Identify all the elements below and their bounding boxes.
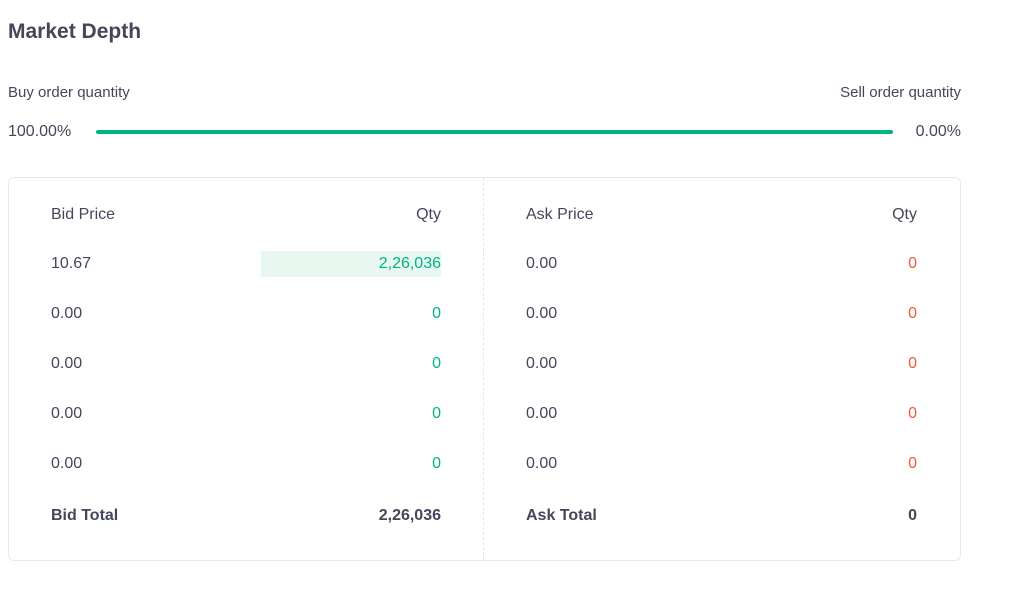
ask-row: 0.00 0 <box>526 389 917 439</box>
ask-price: 0.00 <box>526 305 558 322</box>
buy-order-quantity-label: Buy order quantity <box>8 84 130 101</box>
ask-qty: 0 <box>908 305 917 322</box>
ask-qty: 0 <box>908 255 917 272</box>
ask-price: 0.00 <box>526 405 558 422</box>
bid-row: 10.67 2,26,036 <box>51 239 441 289</box>
ask-total-value: 0 <box>908 507 917 524</box>
ask-qty: 0 <box>908 405 917 422</box>
bid-price: 0.00 <box>51 455 83 472</box>
bid-qty: 0 <box>432 305 441 322</box>
sell-order-quantity-label: Sell order quantity <box>840 84 961 101</box>
ask-row: 0.00 0 <box>526 439 917 489</box>
bid-total-value: 2,26,036 <box>378 507 441 524</box>
ask-price: 0.00 <box>526 455 558 472</box>
ask-row: 0.00 0 <box>526 339 917 389</box>
ask-row: 0.00 0 <box>526 289 917 339</box>
ask-qty: 0 <box>908 355 917 372</box>
ask-row: 0.00 0 <box>526 239 917 289</box>
bid-side: Bid Price Qty 10.67 2,26,036 0.00 0 0.00 0 0.0… <box>9 178 484 560</box>
bid-row: 0.00 0 <box>51 339 441 389</box>
bid-total-row: Bid Total 2,26,036 <box>51 491 441 541</box>
order-quantity-labels: Buy order quantity Sell order quantity <box>8 84 961 101</box>
bid-row: 0.00 0 <box>51 439 441 489</box>
page-title: Market Depth <box>8 20 142 43</box>
ask-qty-header: Qty <box>892 206 917 223</box>
ask-price: 0.00 <box>526 255 558 272</box>
bid-total-label: Bid Total <box>51 507 119 524</box>
bid-row: 0.00 0 <box>51 289 441 339</box>
sell-percent: 0.00% <box>915 123 961 140</box>
bid-header-row: Bid Price Qty <box>51 197 441 233</box>
bid-qty-header: Qty <box>416 206 441 223</box>
ask-price-header: Ask Price <box>526 206 594 223</box>
bid-price: 10.67 <box>51 255 92 272</box>
ratio-bar-buy-fill <box>96 130 893 134</box>
ask-side: Ask Price Qty 0.00 0 0.00 0 0.00 0 0.00 0 0.00 0 A… <box>484 178 959 560</box>
ask-qty: 0 <box>908 455 917 472</box>
ask-total-row: Ask Total 0 <box>526 491 917 541</box>
bid-table: Bid Price Qty 10.67 2,26,036 0.00 0 0.00 0 0.0… <box>51 178 441 541</box>
bid-price: 0.00 <box>51 355 83 372</box>
ask-price: 0.00 <box>526 355 558 372</box>
ask-header-row: Ask Price Qty <box>526 197 917 233</box>
ask-total-label: Ask Total <box>526 507 597 524</box>
bid-price-header: Bid Price <box>51 206 116 223</box>
ratio-bar <box>96 130 893 134</box>
bid-qty: 0 <box>432 405 441 422</box>
order-book: Bid Price Qty 10.67 2,26,036 0.00 0 0.00 0 0.0… <box>8 177 961 561</box>
bid-qty: 0 <box>432 455 441 472</box>
buy-sell-ratio: 100.00% 0.00% <box>8 121 961 143</box>
bid-price: 0.00 <box>51 305 83 322</box>
bid-qty: 0 <box>432 355 441 372</box>
bid-qty: 2,26,036 <box>378 255 441 272</box>
buy-percent: 100.00% <box>8 123 72 140</box>
ask-table: Ask Price Qty 0.00 0 0.00 0 0.00 0 0.00 0 0.00 0 A… <box>526 178 917 541</box>
bid-price: 0.00 <box>51 405 83 422</box>
bid-row: 0.00 0 <box>51 389 441 439</box>
